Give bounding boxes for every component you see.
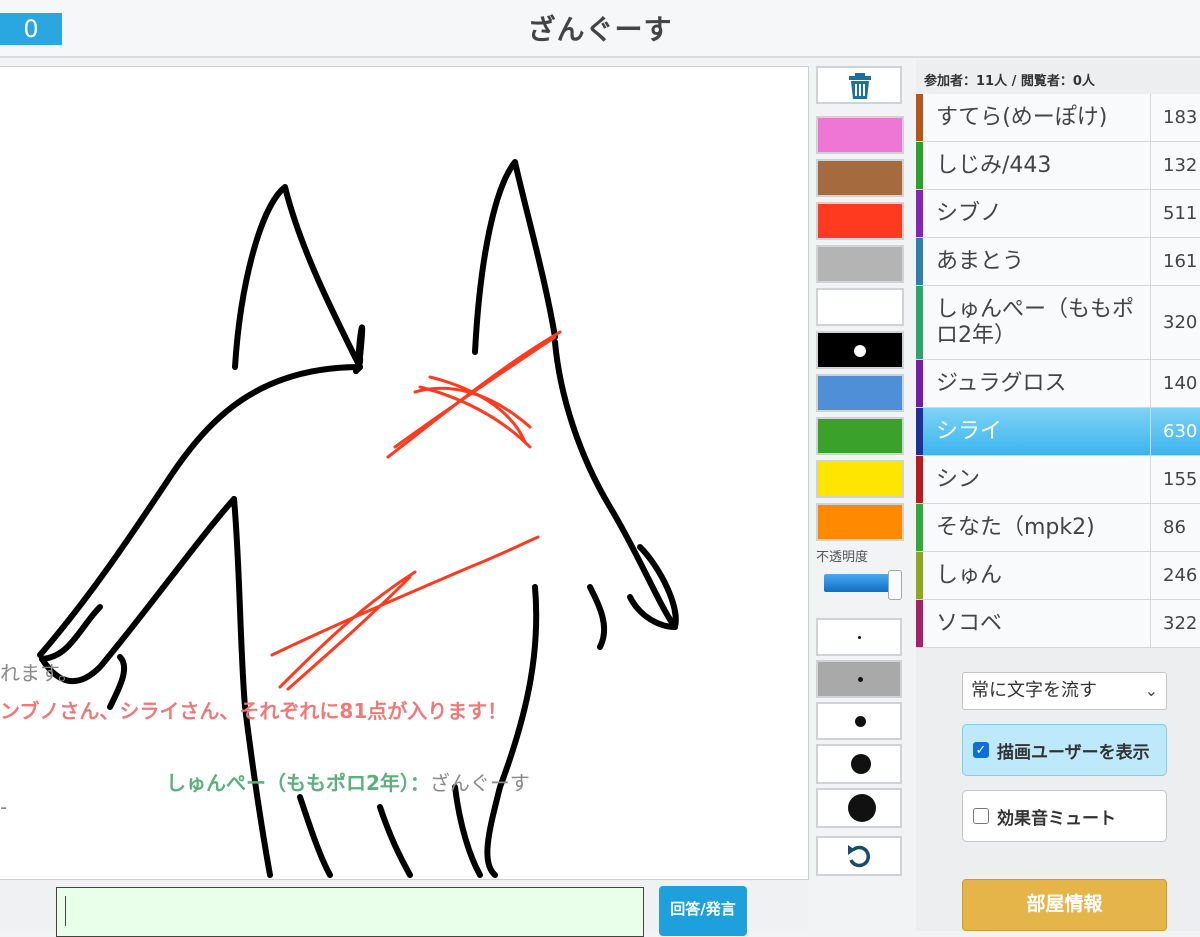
player-name: ジュラグロス — [936, 370, 1067, 396]
size-dot — [851, 754, 871, 774]
opacity-label: 不透明度 — [816, 550, 869, 565]
text-flow-select[interactable]: 常に文字を流す ⌄ — [962, 672, 1167, 710]
color-swatch-5[interactable] — [816, 331, 904, 369]
chat-flow-message: しゅんぺー（ももポロ2年）：ざんぐーす — [166, 767, 530, 796]
participant-counts: 参加者：11人 / 閲覧者：0人 — [924, 74, 1095, 89]
player-color-bar — [916, 238, 923, 285]
player-name: しゅんぺー（ももポロ2年） — [936, 296, 1135, 348]
player-name: しじみ/443 — [936, 152, 1052, 178]
player-row[interactable]: シブノ 511 — [916, 190, 1200, 238]
opacity-track — [824, 574, 890, 592]
text-flow-value: 常に文字を流す — [971, 680, 1097, 701]
text-caret — [65, 896, 66, 926]
brush-size-4[interactable] — [816, 744, 902, 784]
drawing-canvas[interactable]: れます。 ンブノさん、シライさん、それぞれに81点が入ります！ しゅんぺー（もも… — [0, 66, 809, 880]
color-swatch-1[interactable] — [816, 159, 904, 197]
flow-dash: - — [0, 795, 8, 819]
player-row[interactable]: しじみ/443 132 — [916, 142, 1200, 190]
player-score: 511 — [1150, 190, 1200, 237]
player-score: 155 — [1150, 456, 1200, 503]
player-score: 86 — [1150, 504, 1200, 551]
undo-button[interactable] — [816, 836, 902, 876]
color-swatch-9[interactable] — [816, 503, 904, 541]
player-score: 132 — [1150, 142, 1200, 189]
brush-size-2[interactable] — [816, 660, 902, 698]
size-dot — [848, 794, 876, 822]
player-score: 630 — [1150, 408, 1200, 455]
player-color-bar — [916, 286, 923, 359]
player-name: シン — [936, 466, 981, 492]
size-dot — [858, 677, 863, 682]
color-swatch-4[interactable] — [816, 288, 904, 326]
top-bar: 0 ざんぐーす — [0, 0, 1200, 58]
player-row[interactable]: シライ 630 — [916, 408, 1200, 456]
opacity-thumb[interactable] — [888, 570, 902, 600]
size-dot — [858, 636, 861, 639]
color-swatch-0[interactable] — [816, 116, 904, 154]
player-color-bar — [916, 600, 923, 647]
player-row[interactable]: すてら(めーぽけ) 183 — [916, 94, 1200, 142]
chat-input[interactable] — [56, 887, 644, 937]
player-name: そなた（mpk2) — [936, 514, 1095, 540]
player-color-bar — [916, 504, 923, 551]
player-score: 140 — [1150, 360, 1200, 407]
player-name: シブノ — [936, 200, 1003, 226]
player-name: すてら(めーぽけ) — [936, 104, 1108, 130]
player-score: 161 — [1150, 238, 1200, 285]
brush-size-1[interactable] — [816, 618, 902, 656]
player-color-bar — [916, 360, 923, 407]
player-row[interactable]: あまとう 161 — [916, 238, 1200, 286]
brush-size-3[interactable] — [816, 702, 902, 740]
system-message-line: れます。 — [0, 661, 78, 685]
player-row[interactable]: しゅんぺー（ももポロ2年） 320 — [916, 286, 1200, 360]
player-color-bar — [916, 190, 923, 237]
player-color-bar — [916, 408, 923, 455]
mute-sound-toggle[interactable]: 効果音ミュート — [962, 790, 1167, 842]
brush-size-5[interactable] — [816, 788, 902, 828]
score-announcement: ンブノさん、シライさん、それぞれに81点が入ります！ — [0, 699, 508, 723]
player-score: 183 — [1150, 94, 1200, 141]
size-dot — [855, 716, 866, 727]
mute-sound-checkbox[interactable] — [973, 808, 989, 824]
drawing-strokes — [37, 159, 679, 878]
player-row[interactable]: シン 155 — [916, 456, 1200, 504]
player-row[interactable]: そなた（mpk2) 86 — [916, 504, 1200, 552]
room-info-button[interactable]: 部屋情報 — [962, 879, 1167, 931]
show-drawer-checkbox[interactable]: ✓ — [973, 742, 989, 758]
opacity-slider[interactable] — [824, 570, 902, 600]
player-score: 322 — [1150, 600, 1200, 647]
chat-flow-text: ざんぐーす — [429, 771, 530, 795]
mute-sound-label: 効果音ミュート — [997, 808, 1116, 829]
color-swatch-7[interactable] — [816, 417, 904, 455]
player-row[interactable]: ジュラグロス 140 — [916, 360, 1200, 408]
answer-word: ざんぐーす — [527, 13, 673, 46]
color-swatch-3[interactable] — [816, 245, 904, 283]
undo-icon — [848, 845, 870, 868]
player-color-bar — [916, 456, 923, 503]
color-swatch-2[interactable] — [816, 202, 904, 240]
send-button[interactable]: 回答/発言 — [659, 886, 747, 936]
player-score: 246 — [1150, 552, 1200, 599]
player-row[interactable]: しゅん 246 — [916, 552, 1200, 600]
color-swatch-8[interactable] — [816, 460, 904, 498]
trash-icon — [849, 73, 871, 99]
chat-flow-user: しゅんぺー（ももポロ2年）： — [166, 771, 430, 795]
player-color-bar — [916, 94, 923, 141]
player-color-bar — [916, 552, 923, 599]
player-row[interactable]: ソコベ 322 — [916, 600, 1200, 648]
player-name: あまとう — [936, 248, 1025, 274]
selected-color-indicator — [854, 345, 866, 357]
chevron-down-icon: ⌄ — [1144, 681, 1158, 700]
player-name: シライ — [936, 418, 1003, 444]
show-drawer-toggle[interactable]: ✓ 描画ユーザーを表示 — [962, 724, 1167, 776]
color-swatch-6[interactable] — [816, 374, 904, 412]
player-name: ソコベ — [936, 610, 1003, 636]
clear-canvas-button[interactable] — [816, 66, 902, 104]
player-score: 320 — [1150, 286, 1200, 359]
show-drawer-label: 描画ユーザーを表示 — [997, 742, 1150, 763]
player-color-bar — [916, 142, 923, 189]
player-name: しゅん — [936, 562, 1003, 588]
